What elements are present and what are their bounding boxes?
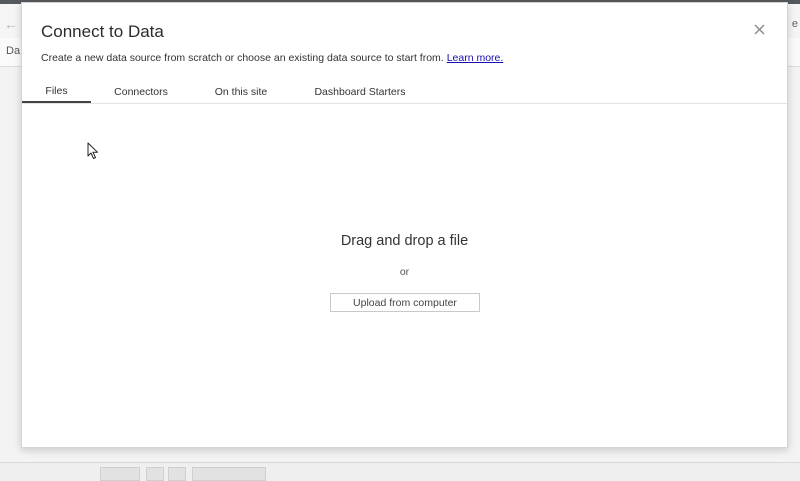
app-tab-fragment[interactable]: Da — [6, 45, 20, 57]
dialog-title: Connect to Data — [41, 22, 164, 41]
sheet-tab[interactable] — [146, 467, 164, 481]
tab-bar: Files Connectors On this site Dashboard … — [22, 81, 787, 104]
or-separator: or — [399, 266, 410, 278]
upload-from-computer-button[interactable]: Upload from computer — [330, 293, 480, 312]
tab-label: Dashboard Starters — [314, 86, 406, 98]
tab-label: On this site — [214, 86, 268, 98]
mouse-pointer-icon — [87, 142, 98, 159]
sheet-tab[interactable] — [100, 467, 140, 481]
tab-files[interactable]: Files — [22, 81, 91, 103]
tab-connectors[interactable]: Connectors — [106, 81, 176, 103]
tab-dashboard-starters[interactable]: Dashboard Starters — [308, 81, 412, 103]
learn-more-link[interactable]: Learn more. — [447, 52, 504, 64]
dialog-subtitle: Create a new data source from scratch or… — [41, 52, 503, 64]
connect-to-data-dialog: Connect to Data Create a new data source… — [21, 2, 788, 448]
drop-zone-title: Drag and drop a file — [340, 233, 469, 249]
app-statusbar — [0, 462, 800, 481]
tab-label: Files — [45, 85, 68, 97]
tab-label: Connectors — [114, 86, 168, 98]
subtitle-text: Create a new data source from scratch or… — [41, 52, 444, 64]
file-drop-zone[interactable]: Drag and drop a file or Upload from comp… — [22, 104, 787, 447]
close-icon[interactable] — [754, 24, 765, 35]
tab-on-this-site[interactable]: On this site — [209, 81, 273, 103]
back-arrow-icon[interactable]: ← — [4, 16, 18, 32]
sheet-tab[interactable] — [168, 467, 186, 481]
app-toolbar-fragment: e — [791, 18, 798, 30]
close-button[interactable] — [751, 21, 767, 37]
sheet-tab[interactable] — [192, 467, 266, 481]
